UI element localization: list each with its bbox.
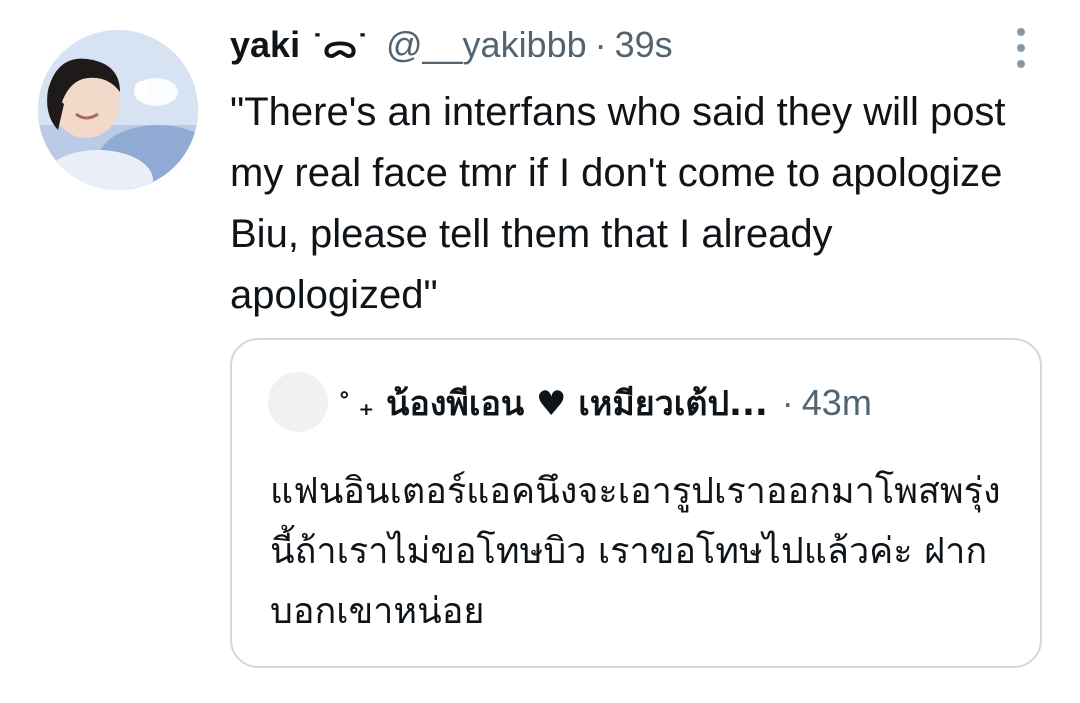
tweet[interactable]: yaki ˙ᯅ˙ @__yakibbb · 39s "There's an in… bbox=[0, 0, 1080, 703]
name-decoration: ˙ᯅ˙ bbox=[312, 28, 368, 64]
tweet-text: "There's an interfans who said they will… bbox=[230, 90, 1006, 317]
quoted-display-name[interactable]: น้องพีเอน ♥ เหมียวเต้ป... bbox=[386, 376, 768, 430]
profile-photo-icon bbox=[38, 30, 198, 190]
user-avatar[interactable] bbox=[38, 30, 198, 190]
display-name[interactable]: yaki bbox=[230, 24, 300, 66]
quoted-tweet[interactable]: ˚ ₊ น้องพีเอน ♥ เหมียวเต้ป... · 43m แฟนอ… bbox=[230, 338, 1042, 668]
quoted-timestamp[interactable]: 43m bbox=[802, 382, 872, 424]
tweet-header: yaki ˙ᯅ˙ @__yakibbb · 39s bbox=[230, 24, 673, 76]
dot bbox=[1017, 60, 1025, 68]
quoted-user-avatar[interactable] bbox=[268, 372, 328, 432]
timestamp[interactable]: 39s bbox=[615, 24, 673, 66]
separator-dot: · bbox=[781, 382, 794, 423]
dot bbox=[1017, 44, 1025, 52]
user-handle[interactable]: @__yakibbb bbox=[386, 24, 587, 66]
dot bbox=[1017, 28, 1025, 36]
quoted-tweet-text: แฟนอินเตอร์แอคนึงจะเอารูปเราออกมาโพสพรุ่… bbox=[270, 471, 1001, 632]
separator-dot: · bbox=[594, 24, 607, 65]
quoted-tweet-header: ˚ ₊ น้องพีเอน ♥ เหมียวเต้ป... · 43m bbox=[340, 376, 872, 432]
quoted-name-decoration: ˚ ₊ bbox=[340, 389, 375, 422]
more-options-icon[interactable] bbox=[1010, 28, 1032, 68]
